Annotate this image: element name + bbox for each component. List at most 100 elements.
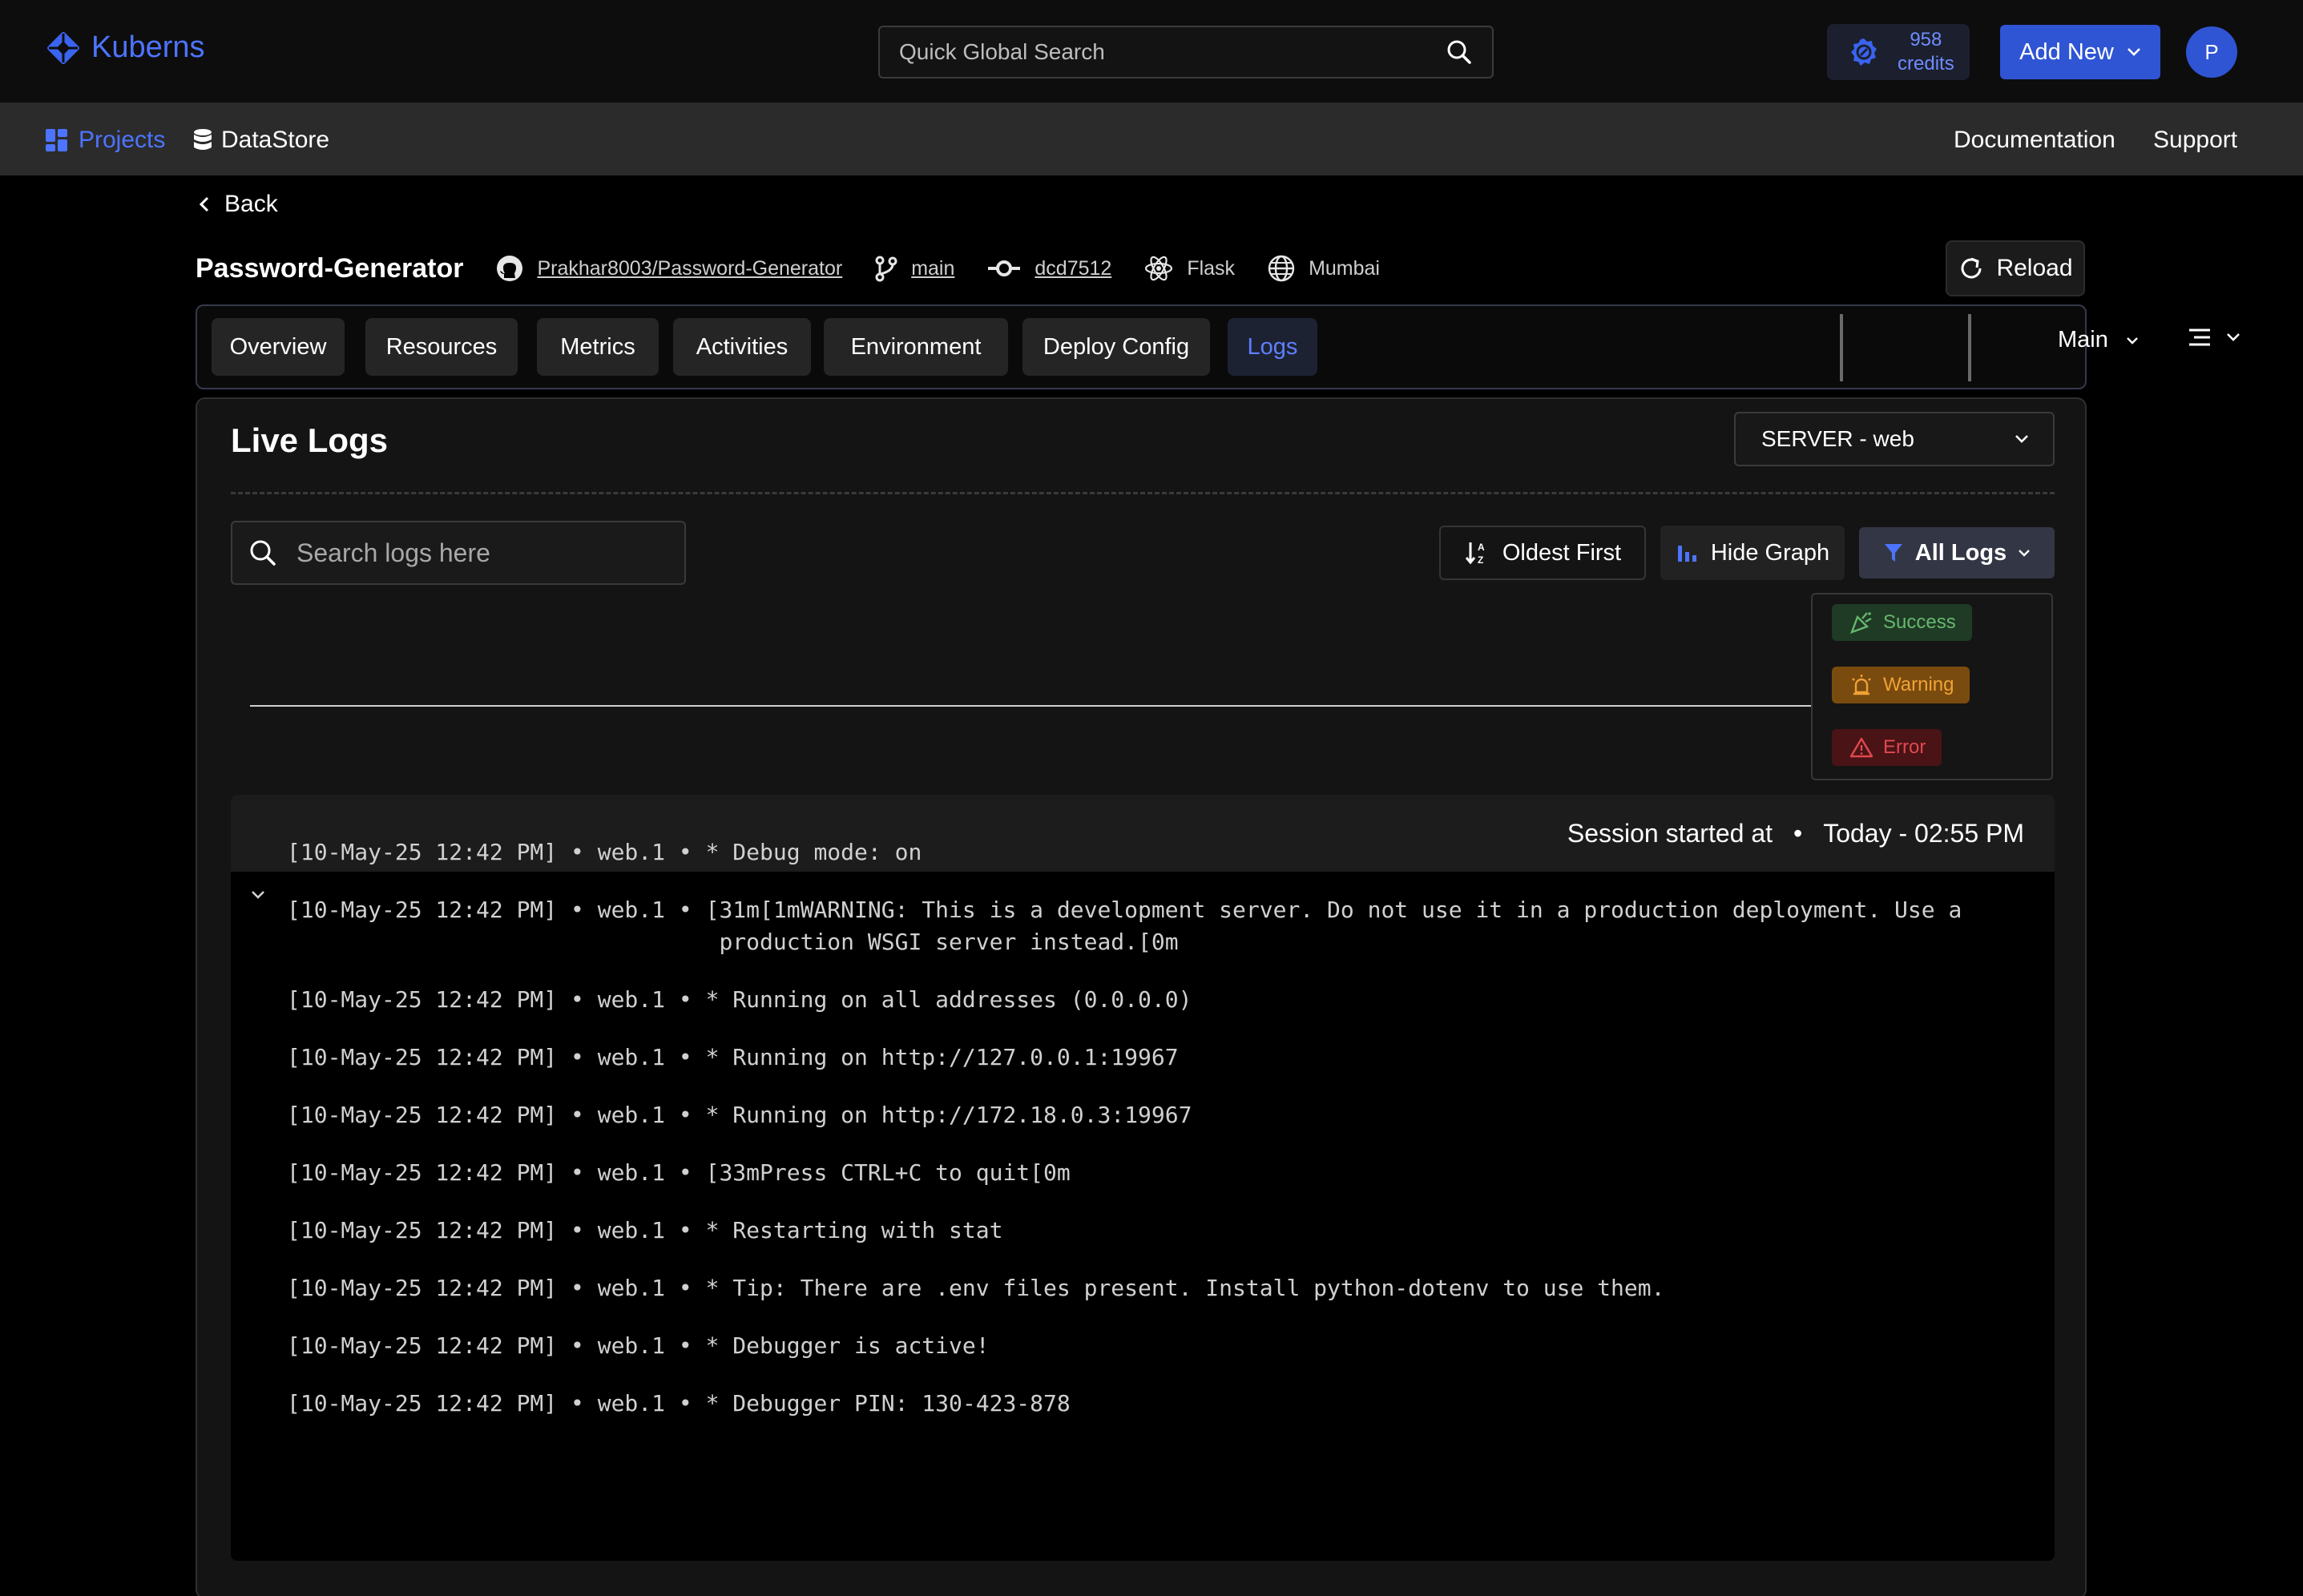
- framework-name: Flask: [1187, 256, 1236, 280]
- reload-label: Reload: [1996, 255, 2073, 281]
- commit-hash: dcd7512: [1035, 256, 1112, 280]
- log-line: [10-May-25 12:42 PM] • web.1 • * Running…: [287, 986, 1192, 1013]
- live-logs-title: Live Logs: [231, 421, 389, 459]
- refresh-icon: [1961, 257, 1982, 279]
- align-left-icon: [2189, 328, 2210, 346]
- tabs-divider: [1968, 314, 1971, 381]
- chevron-down-icon: [2019, 550, 2031, 557]
- branch-name: main: [911, 256, 955, 280]
- commit-link[interactable]: dcd7512: [986, 257, 1111, 280]
- chevron-left-icon: [199, 196, 209, 212]
- back-button[interactable]: Back: [199, 191, 278, 218]
- filter-icon: [1884, 544, 1902, 562]
- reload-button[interactable]: Reload: [1946, 240, 2085, 296]
- filter-success-label: Success: [1883, 611, 1956, 633]
- app-name: Kuberns: [91, 30, 205, 64]
- filter-error-label: Error: [1883, 736, 1926, 758]
- session-dot: •: [1793, 819, 1803, 848]
- log-line: [10-May-25 12:42 PM] • web.1 • * Debug m…: [287, 839, 922, 865]
- git-branch-icon: [875, 256, 897, 282]
- log-line: [10-May-25 12:42 PM] • web.1 • [31m[1mWA…: [287, 897, 1962, 955]
- alert-triangle-icon: [1849, 737, 1873, 758]
- sort-oldest-button[interactable]: A Z Oldest First: [1439, 526, 1646, 580]
- log-viewer: Session started at • Today - 02:55 PM [1…: [231, 795, 2055, 1561]
- global-search[interactable]: [878, 26, 1494, 79]
- sort-icon: A Z: [1465, 542, 1485, 566]
- project-name: Password-Generator: [196, 252, 464, 284]
- user-avatar[interactable]: P: [2186, 26, 2237, 78]
- globe-icon: [1268, 255, 1295, 282]
- tab-activities[interactable]: Activities: [673, 318, 811, 376]
- tab-environment[interactable]: Environment: [824, 318, 1008, 376]
- app-logo[interactable]: Kuberns: [46, 30, 205, 65]
- nav-item-datastore[interactable]: DataStore: [192, 127, 329, 154]
- svg-text:Z: Z: [1478, 554, 1483, 566]
- repo-link[interactable]: Prakhar8003/Password-Generator: [495, 254, 842, 283]
- chevron-down-icon: [2127, 337, 2138, 345]
- log-line: [10-May-25 12:42 PM] • web.1 • * Debugge…: [287, 1332, 990, 1359]
- chevron-down-icon: [2227, 333, 2240, 341]
- chevron-down-icon[interactable]: [250, 889, 266, 901]
- back-label: Back: [224, 191, 278, 217]
- nav-item-projects[interactable]: Projects: [45, 127, 165, 154]
- search-icon[interactable]: [1446, 38, 1473, 66]
- top-bar: Kuberns 958 credits Add New P: [0, 0, 2303, 103]
- credits-text: 958 credits: [1898, 28, 1954, 76]
- bar-chart-icon: [1677, 546, 1696, 562]
- server-select[interactable]: SERVER - web: [1734, 412, 2055, 466]
- project-header: Password-Generator Prakhar8003/Password-…: [196, 248, 1412, 288]
- log-search[interactable]: [231, 521, 686, 585]
- section-divider: [231, 492, 2055, 494]
- party-popper-icon: [1849, 612, 1872, 635]
- view-menu-select[interactable]: [2188, 325, 2240, 349]
- kuberns-logo-icon: [47, 31, 79, 64]
- grid-icon: [46, 129, 67, 151]
- tab-deploy-config[interactable]: Deploy Config: [1022, 318, 1210, 376]
- environment-select-value: Main: [2058, 327, 2108, 353]
- tab-logs[interactable]: Logs: [1228, 318, 1317, 376]
- log-filter-label: All Logs: [1914, 539, 2007, 566]
- log-search-input[interactable]: [296, 538, 665, 568]
- session-info: Session started at • Today - 02:55 PM: [1567, 819, 2024, 848]
- chevron-down-icon: [2015, 435, 2028, 443]
- session-label: Session started at: [1567, 819, 1773, 848]
- framework-info: Flask: [1143, 254, 1235, 283]
- nav-link-support[interactable]: Support: [2153, 127, 2237, 154]
- sort-label: Oldest First: [1502, 539, 1622, 566]
- branch-link[interactable]: main: [874, 255, 954, 282]
- add-new-label: Add New: [2019, 38, 2114, 65]
- git-commit-icon: [988, 260, 1021, 276]
- environment-select[interactable]: Main: [2058, 327, 2139, 353]
- hide-graph-label: Hide Graph: [1710, 539, 1830, 566]
- add-new-button[interactable]: Add New: [2000, 25, 2160, 79]
- siren-icon: [1852, 675, 1871, 695]
- tabs-divider: [1840, 314, 1843, 381]
- log-filter-button[interactable]: All Logs: [1859, 527, 2055, 578]
- nav-datastore-label: DataStore: [221, 127, 330, 153]
- nav-link-documentation[interactable]: Documentation: [1954, 127, 2115, 154]
- server-select-value: SERVER - web: [1761, 426, 1914, 451]
- secondary-nav: Projects DataStore Documentation Support: [0, 103, 2303, 175]
- log-line: [10-May-25 12:42 PM] • web.1 • * Tip: Th…: [287, 1275, 1665, 1301]
- filter-option-error[interactable]: Error: [1832, 729, 1942, 766]
- svg-text:A: A: [1478, 542, 1485, 553]
- project-tabs: Overview Resources Metrics Activities En…: [196, 304, 2240, 389]
- log-graph-baseline: [250, 705, 2005, 707]
- search-icon: [250, 540, 276, 566]
- tab-metrics[interactable]: Metrics: [537, 318, 659, 376]
- database-icon: [194, 129, 212, 150]
- credits-icon: [1851, 38, 1877, 66]
- nav-projects-label: Projects: [79, 127, 166, 153]
- log-line: [10-May-25 12:42 PM] • web.1 • [33mPress…: [287, 1159, 1071, 1186]
- filter-option-warning[interactable]: Warning: [1832, 667, 1970, 703]
- credits-badge[interactable]: 958 credits: [1827, 24, 1970, 80]
- chevron-down-icon: [2127, 48, 2140, 56]
- session-time: Today - 02:55 PM: [1823, 819, 2024, 848]
- filter-warning-label: Warning: [1883, 674, 1954, 695]
- tab-resources[interactable]: Resources: [365, 318, 518, 376]
- hide-graph-button[interactable]: Hide Graph: [1660, 526, 1845, 580]
- tab-overview[interactable]: Overview: [212, 318, 345, 376]
- credits-label: credits: [1898, 53, 1954, 75]
- global-search-input[interactable]: [899, 39, 1380, 65]
- filter-option-success[interactable]: Success: [1832, 604, 1972, 641]
